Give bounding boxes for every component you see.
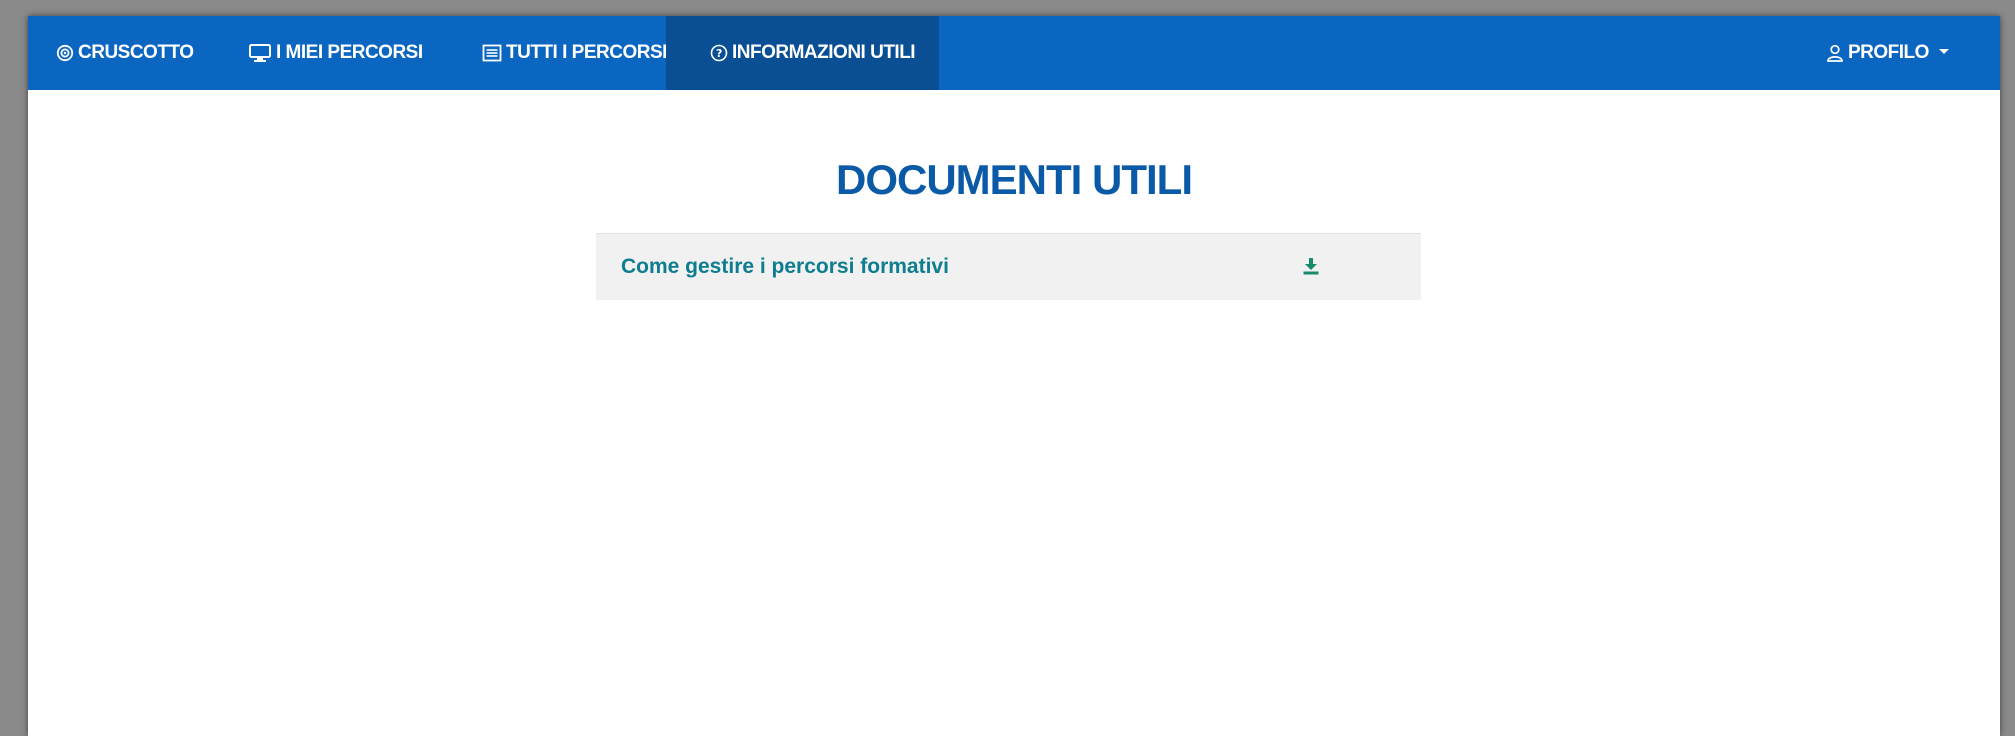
nav-item-cruscotto[interactable]: CRUSCOTTO xyxy=(56,16,194,90)
user-icon xyxy=(1826,44,1844,62)
app-window: CRUSCOTTO I MIEI PERCORSI TUTTI I PERCOR… xyxy=(28,16,2000,736)
document-row: Come gestire i percorsi formativi xyxy=(596,233,1421,300)
profile-menu[interactable]: PROFILO xyxy=(1826,16,1949,90)
caret-down-icon xyxy=(1938,48,1949,54)
download-icon[interactable] xyxy=(1300,254,1322,278)
profile-label: PROFILO xyxy=(1848,42,1929,63)
top-navbar: CRUSCOTTO I MIEI PERCORSI TUTTI I PERCOR… xyxy=(28,16,2000,90)
nav-item-label: CRUSCOTTO xyxy=(78,42,194,63)
monitor-icon xyxy=(248,43,272,63)
nav-item-i-miei-percorsi[interactable]: I MIEI PERCORSI xyxy=(248,16,423,90)
page-title: DOCUMENTI UTILI xyxy=(836,156,1193,203)
document-link[interactable]: Come gestire i percorsi formativi xyxy=(621,255,949,279)
list-icon xyxy=(482,44,502,62)
nav-item-label: I MIEI PERCORSI xyxy=(276,42,423,63)
nav-item-label: INFORMAZIONI UTILI xyxy=(732,42,916,63)
nav-item-informazioni-utili[interactable]: ? INFORMAZIONI UTILI xyxy=(666,16,940,90)
dashboard-icon xyxy=(56,44,74,62)
svg-text:?: ? xyxy=(716,47,722,60)
help-icon: ? xyxy=(710,44,728,62)
nav-item-label: TUTTI I PERCORSI xyxy=(506,42,667,63)
nav-item-tutti-i-percorsi[interactable]: TUTTI I PERCORSI xyxy=(482,16,667,90)
